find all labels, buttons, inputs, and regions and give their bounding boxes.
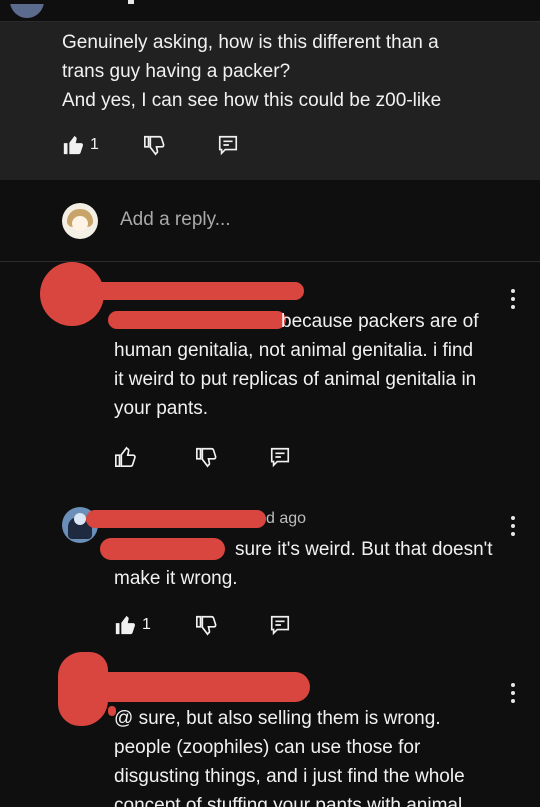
reply-comment-icon bbox=[270, 615, 290, 636]
redacted-username bbox=[90, 672, 310, 702]
parent-comment-text: Genuinely asking, how is this different … bbox=[62, 28, 522, 115]
top-header-strip bbox=[0, 0, 540, 22]
reply-text-line: concept of stuffing your pants with anim… bbox=[114, 795, 463, 807]
top-avatar bbox=[10, 4, 44, 18]
reply-text-line: human genitalia, not animal genitalia. i… bbox=[114, 340, 474, 361]
reply-text-line: it weird to put replicas of animal genit… bbox=[114, 369, 477, 390]
add-reply-input[interactable]: Add a reply... bbox=[120, 209, 231, 231]
parent-comment: Genuinely asking, how is this different … bbox=[0, 22, 540, 180]
redacted-mention bbox=[108, 311, 286, 329]
reply-text-line: disgusting things, and i just find the w… bbox=[114, 766, 465, 787]
parent-comment-line: And yes, I can see how this could be z00… bbox=[62, 90, 442, 111]
thumb-up-filled-icon bbox=[63, 135, 83, 155]
thumb-down-outline-icon bbox=[144, 135, 165, 156]
reply-text-line: @ sure, but also selling them is wrong. bbox=[114, 708, 441, 729]
add-reply-bar: Add a reply... bbox=[0, 180, 540, 262]
dislike-button[interactable] bbox=[143, 134, 165, 156]
thumb-down-outline-icon bbox=[196, 615, 217, 636]
reply-button[interactable] bbox=[269, 446, 291, 468]
reply-button[interactable] bbox=[269, 614, 291, 636]
reply-comment-icon bbox=[270, 447, 290, 468]
thumb-up-filled-icon bbox=[115, 615, 135, 635]
more-options-icon[interactable] bbox=[511, 516, 515, 540]
like-button[interactable] bbox=[114, 446, 136, 468]
comment-timestamp: d ago bbox=[266, 510, 307, 527]
current-user-avatar bbox=[62, 203, 98, 239]
reply-text-line: make it wrong. bbox=[114, 568, 238, 589]
reply-text-line: people (zoophiles) can use those for bbox=[114, 737, 421, 758]
thumb-down-outline-icon bbox=[196, 447, 217, 468]
parent-comment-line: Genuinely asking, how is this different … bbox=[62, 32, 439, 53]
reply-text-line: your pants. bbox=[114, 398, 208, 419]
more-options-icon[interactable] bbox=[511, 289, 515, 313]
reply-button[interactable] bbox=[217, 134, 239, 156]
reply-text-line: because packers are of bbox=[281, 311, 479, 332]
like-count: 1 bbox=[142, 616, 151, 633]
reply-comment-icon bbox=[218, 135, 238, 156]
redacted-mention bbox=[100, 538, 225, 560]
reply-text-line: sure it's weird. But that doesn't bbox=[235, 539, 493, 560]
redacted-username bbox=[86, 510, 266, 528]
dislike-button[interactable] bbox=[195, 614, 217, 636]
thumb-up-outline-icon bbox=[115, 446, 136, 467]
like-button[interactable]: 1 bbox=[62, 134, 99, 156]
dislike-button[interactable] bbox=[195, 446, 217, 468]
more-options-icon[interactable] bbox=[511, 683, 515, 707]
like-count: 1 bbox=[90, 136, 99, 153]
cropped-title-fragment bbox=[128, 0, 134, 4]
parent-comment-line: trans guy having a packer? bbox=[62, 61, 291, 82]
like-button[interactable]: 1 bbox=[114, 614, 151, 636]
redacted-username bbox=[86, 282, 304, 300]
